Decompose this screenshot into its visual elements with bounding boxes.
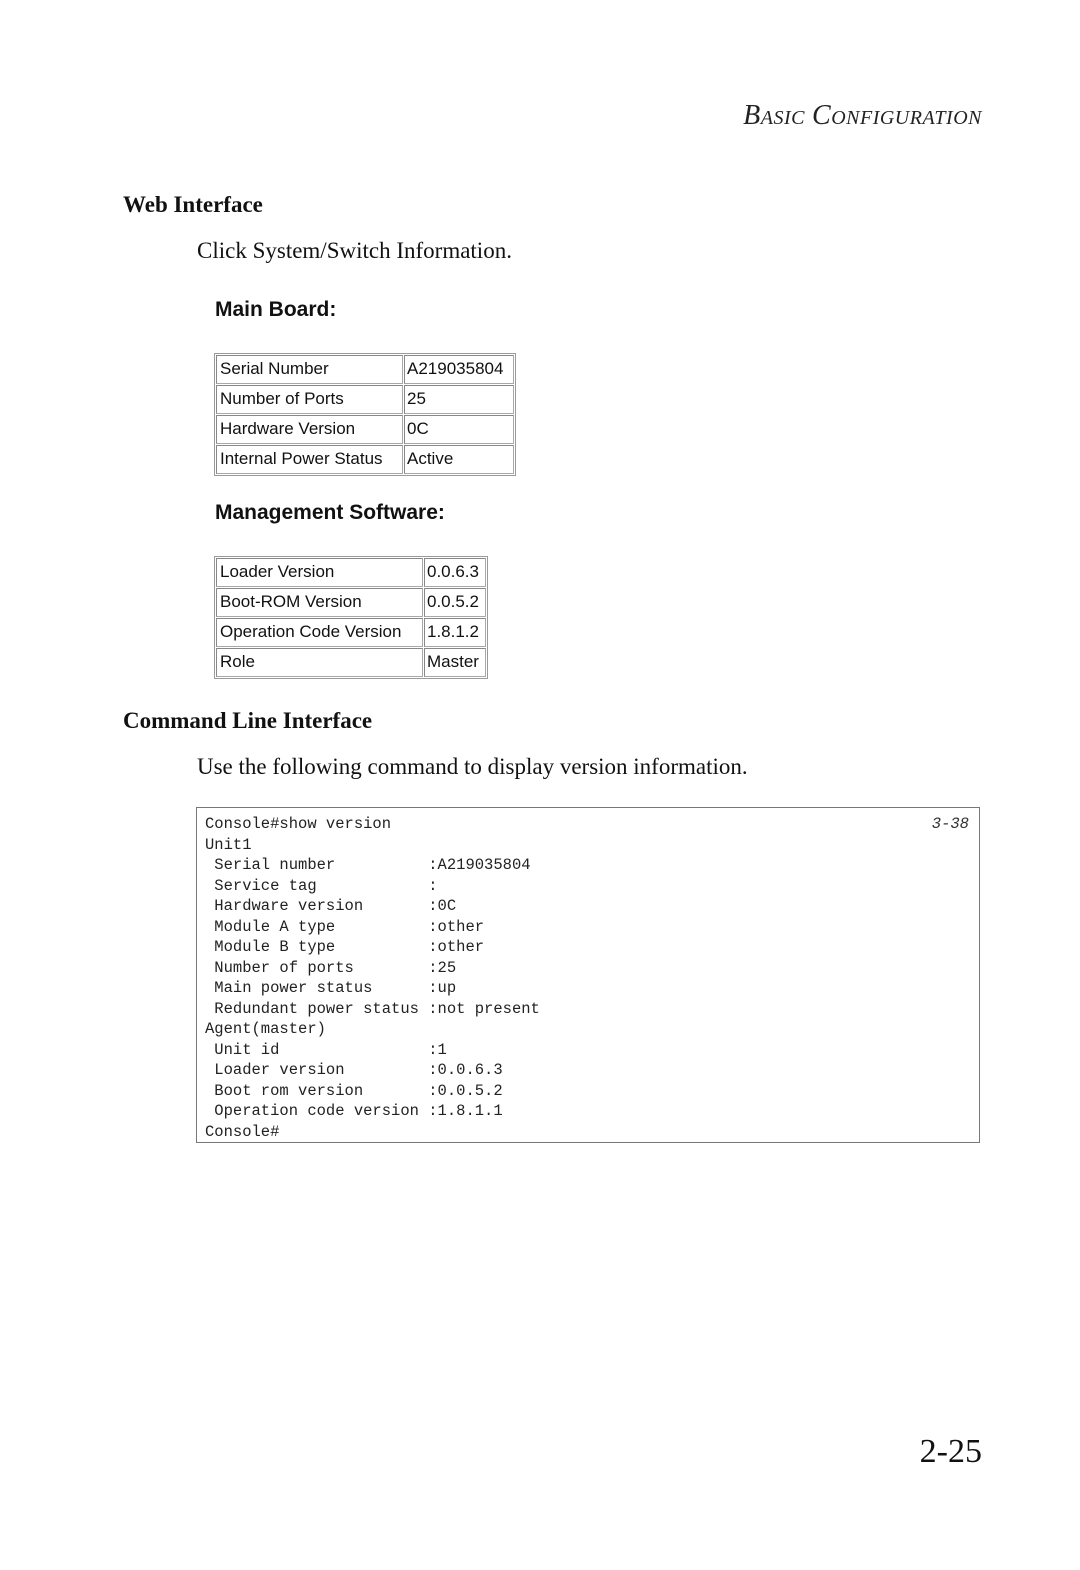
row-value: 0C [404, 415, 514, 444]
row-label: Operation Code Version [216, 618, 423, 647]
row-label: Serial Number [216, 355, 403, 384]
console-line: Redundant power status :not present [205, 999, 540, 1018]
table-row: Serial Number A219035804 [216, 355, 514, 384]
table-row: Internal Power Status Active [216, 445, 514, 474]
web-interface-instruction: Click System/Switch Information. [197, 238, 512, 263]
console-line: Unit1 [205, 835, 252, 854]
console-line: Console#show version [205, 815, 392, 833]
row-label: Boot-ROM Version [216, 588, 423, 617]
running-header: BASIC CONFIGURATION [743, 100, 982, 132]
console-line: Module A type :other [205, 917, 485, 936]
running-header-word-1: BASIC [743, 100, 805, 131]
command-reference-link[interactable]: 3-38 [932, 814, 969, 835]
console-line: Console# [205, 1122, 280, 1141]
main-board-table: Serial Number A219035804 Number of Ports… [214, 353, 516, 476]
running-header-word-2: CONFIGURATION [812, 100, 982, 131]
row-value: Active [404, 445, 514, 474]
console-line: Number of ports :25 [205, 958, 457, 977]
table-row: Operation Code Version 1.8.1.2 [216, 618, 486, 647]
management-software-title: Management Software: [215, 501, 445, 524]
row-label: Role [216, 648, 423, 677]
console-line: Hardware version :0C [205, 897, 457, 915]
row-value: 0.0.5.2 [424, 588, 486, 617]
console-lines: Console#show version Unit1 Serial number… [205, 814, 540, 1142]
row-value: 1.8.1.2 [424, 618, 486, 647]
row-label: Internal Power Status [216, 445, 403, 474]
console-output-box: Console#show version Unit1 Serial number… [196, 807, 980, 1143]
page-number: 2-25 [919, 1433, 982, 1470]
console-line: Serial number :A219035804 [205, 856, 531, 874]
table-row: Boot-ROM Version 0.0.5.2 [216, 588, 486, 617]
console-line: Operation code version :1.8.1.1 [205, 1102, 503, 1120]
table-row: Loader Version 0.0.6.3 [216, 558, 486, 587]
table-row: Role Master [216, 648, 486, 677]
main-board-title: Main Board: [215, 298, 337, 321]
row-label: Loader Version [216, 558, 423, 587]
cli-instruction: Use the following command to display ver… [197, 754, 748, 779]
table-row: Hardware Version 0C [216, 415, 514, 444]
console-line: Loader version :0.0.6.3 [205, 1061, 503, 1079]
console-line: Service tag : [205, 876, 438, 895]
console-line: Boot rom version :0.0.5.2 [205, 1081, 503, 1100]
row-label: Hardware Version [216, 415, 403, 444]
cli-heading: Command Line Interface [123, 708, 373, 733]
row-value: Master [424, 648, 486, 677]
row-label: Number of Ports [216, 385, 403, 414]
row-value: 25 [404, 385, 514, 414]
console-line: Agent(master) [205, 1020, 326, 1038]
web-interface-heading: Web Interface [123, 192, 263, 217]
row-value: 0.0.6.3 [424, 558, 486, 587]
management-software-table: Loader Version 0.0.6.3 Boot-ROM Version … [214, 556, 488, 679]
table-row: Number of Ports 25 [216, 385, 514, 414]
console-line: Module B type :other [205, 938, 485, 956]
console-line: Unit id :1 [205, 1040, 447, 1059]
console-line: Main power status :up [205, 979, 457, 997]
row-value: A219035804 [404, 355, 514, 384]
